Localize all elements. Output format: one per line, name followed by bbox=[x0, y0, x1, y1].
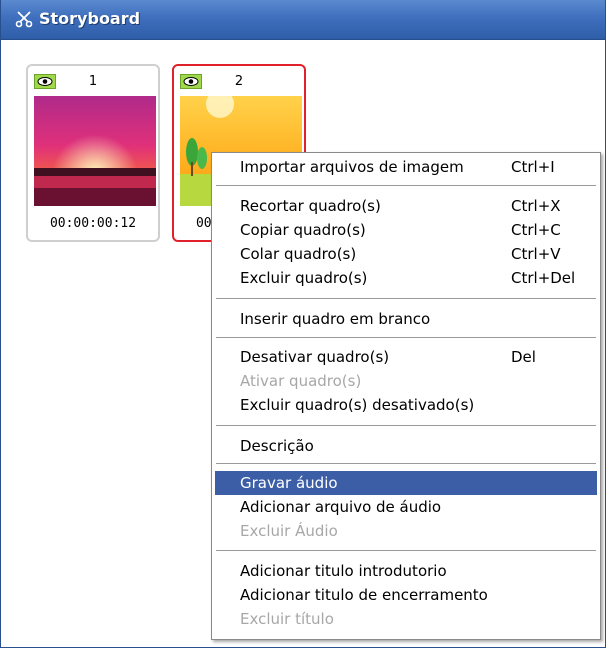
menu-separator bbox=[216, 425, 596, 426]
menu-item-adicionar-audio[interactable]: Adicionar arquivo de áudio bbox=[215, 495, 597, 519]
menu-separator bbox=[216, 337, 596, 338]
window-title: Storyboard bbox=[39, 9, 141, 28]
menu-separator bbox=[216, 185, 596, 186]
menu-item-desativar[interactable]: Desativar quadro(s) Del bbox=[215, 345, 597, 369]
frame-card-1[interactable]: 1 00:00:00:12 bbox=[26, 64, 160, 242]
menu-item-recortar[interactable]: Recortar quadro(s) Ctrl+X bbox=[215, 194, 597, 218]
menu-item-importar-imagem[interactable]: Importar arquivos de imagem Ctrl+I bbox=[215, 155, 597, 179]
frame-thumbnail-sunset bbox=[34, 96, 156, 206]
menu-item-excluir-quadros[interactable]: Excluir quadro(s) Ctrl+Del bbox=[215, 266, 597, 290]
menu-item-gravar-audio[interactable]: Gravar áudio bbox=[215, 471, 597, 495]
frame-duration: 00:00:00:12 bbox=[49, 216, 137, 231]
menu-item-excluir-titulo: Excluir título bbox=[240, 610, 334, 628]
menu-item-ativar: Ativar quadro(s) bbox=[240, 372, 362, 390]
menu-item-excluir-audio: Excluir Áudio bbox=[240, 522, 338, 540]
menu-separator bbox=[216, 463, 596, 464]
menu-item-titulo-introdutorio[interactable]: Adicionar titulo introdutorio bbox=[215, 559, 597, 583]
menu-item-titulo-encerramento[interactable]: Adicionar titulo de encerramento bbox=[215, 583, 597, 607]
menu-item-excluir-desativados[interactable]: Excluir quadro(s) desativado(s) bbox=[215, 393, 597, 417]
menu-item-descricao[interactable]: Descrição bbox=[215, 434, 597, 458]
menu-separator bbox=[216, 298, 596, 299]
menu-item-copiar[interactable]: Copiar quadro(s) Ctrl+C bbox=[215, 218, 597, 242]
title-bar[interactable]: Storyboard bbox=[1, 0, 605, 40]
storyboard-window: Storyboard 1 00:00:00:12 2 Importar arqu… bbox=[0, 0, 606, 648]
frame-number: 2 bbox=[234, 74, 244, 89]
scissors-icon bbox=[15, 11, 33, 28]
menu-item-colar[interactable]: Colar quadro(s) Ctrl+V bbox=[215, 242, 597, 266]
context-menu: Importar arquivos de imagem Ctrl+I Recor… bbox=[211, 152, 601, 640]
frame-number: 1 bbox=[88, 74, 98, 89]
menu-separator bbox=[216, 550, 596, 551]
menu-item-inserir-branco[interactable]: Inserir quadro em branco bbox=[215, 307, 597, 331]
